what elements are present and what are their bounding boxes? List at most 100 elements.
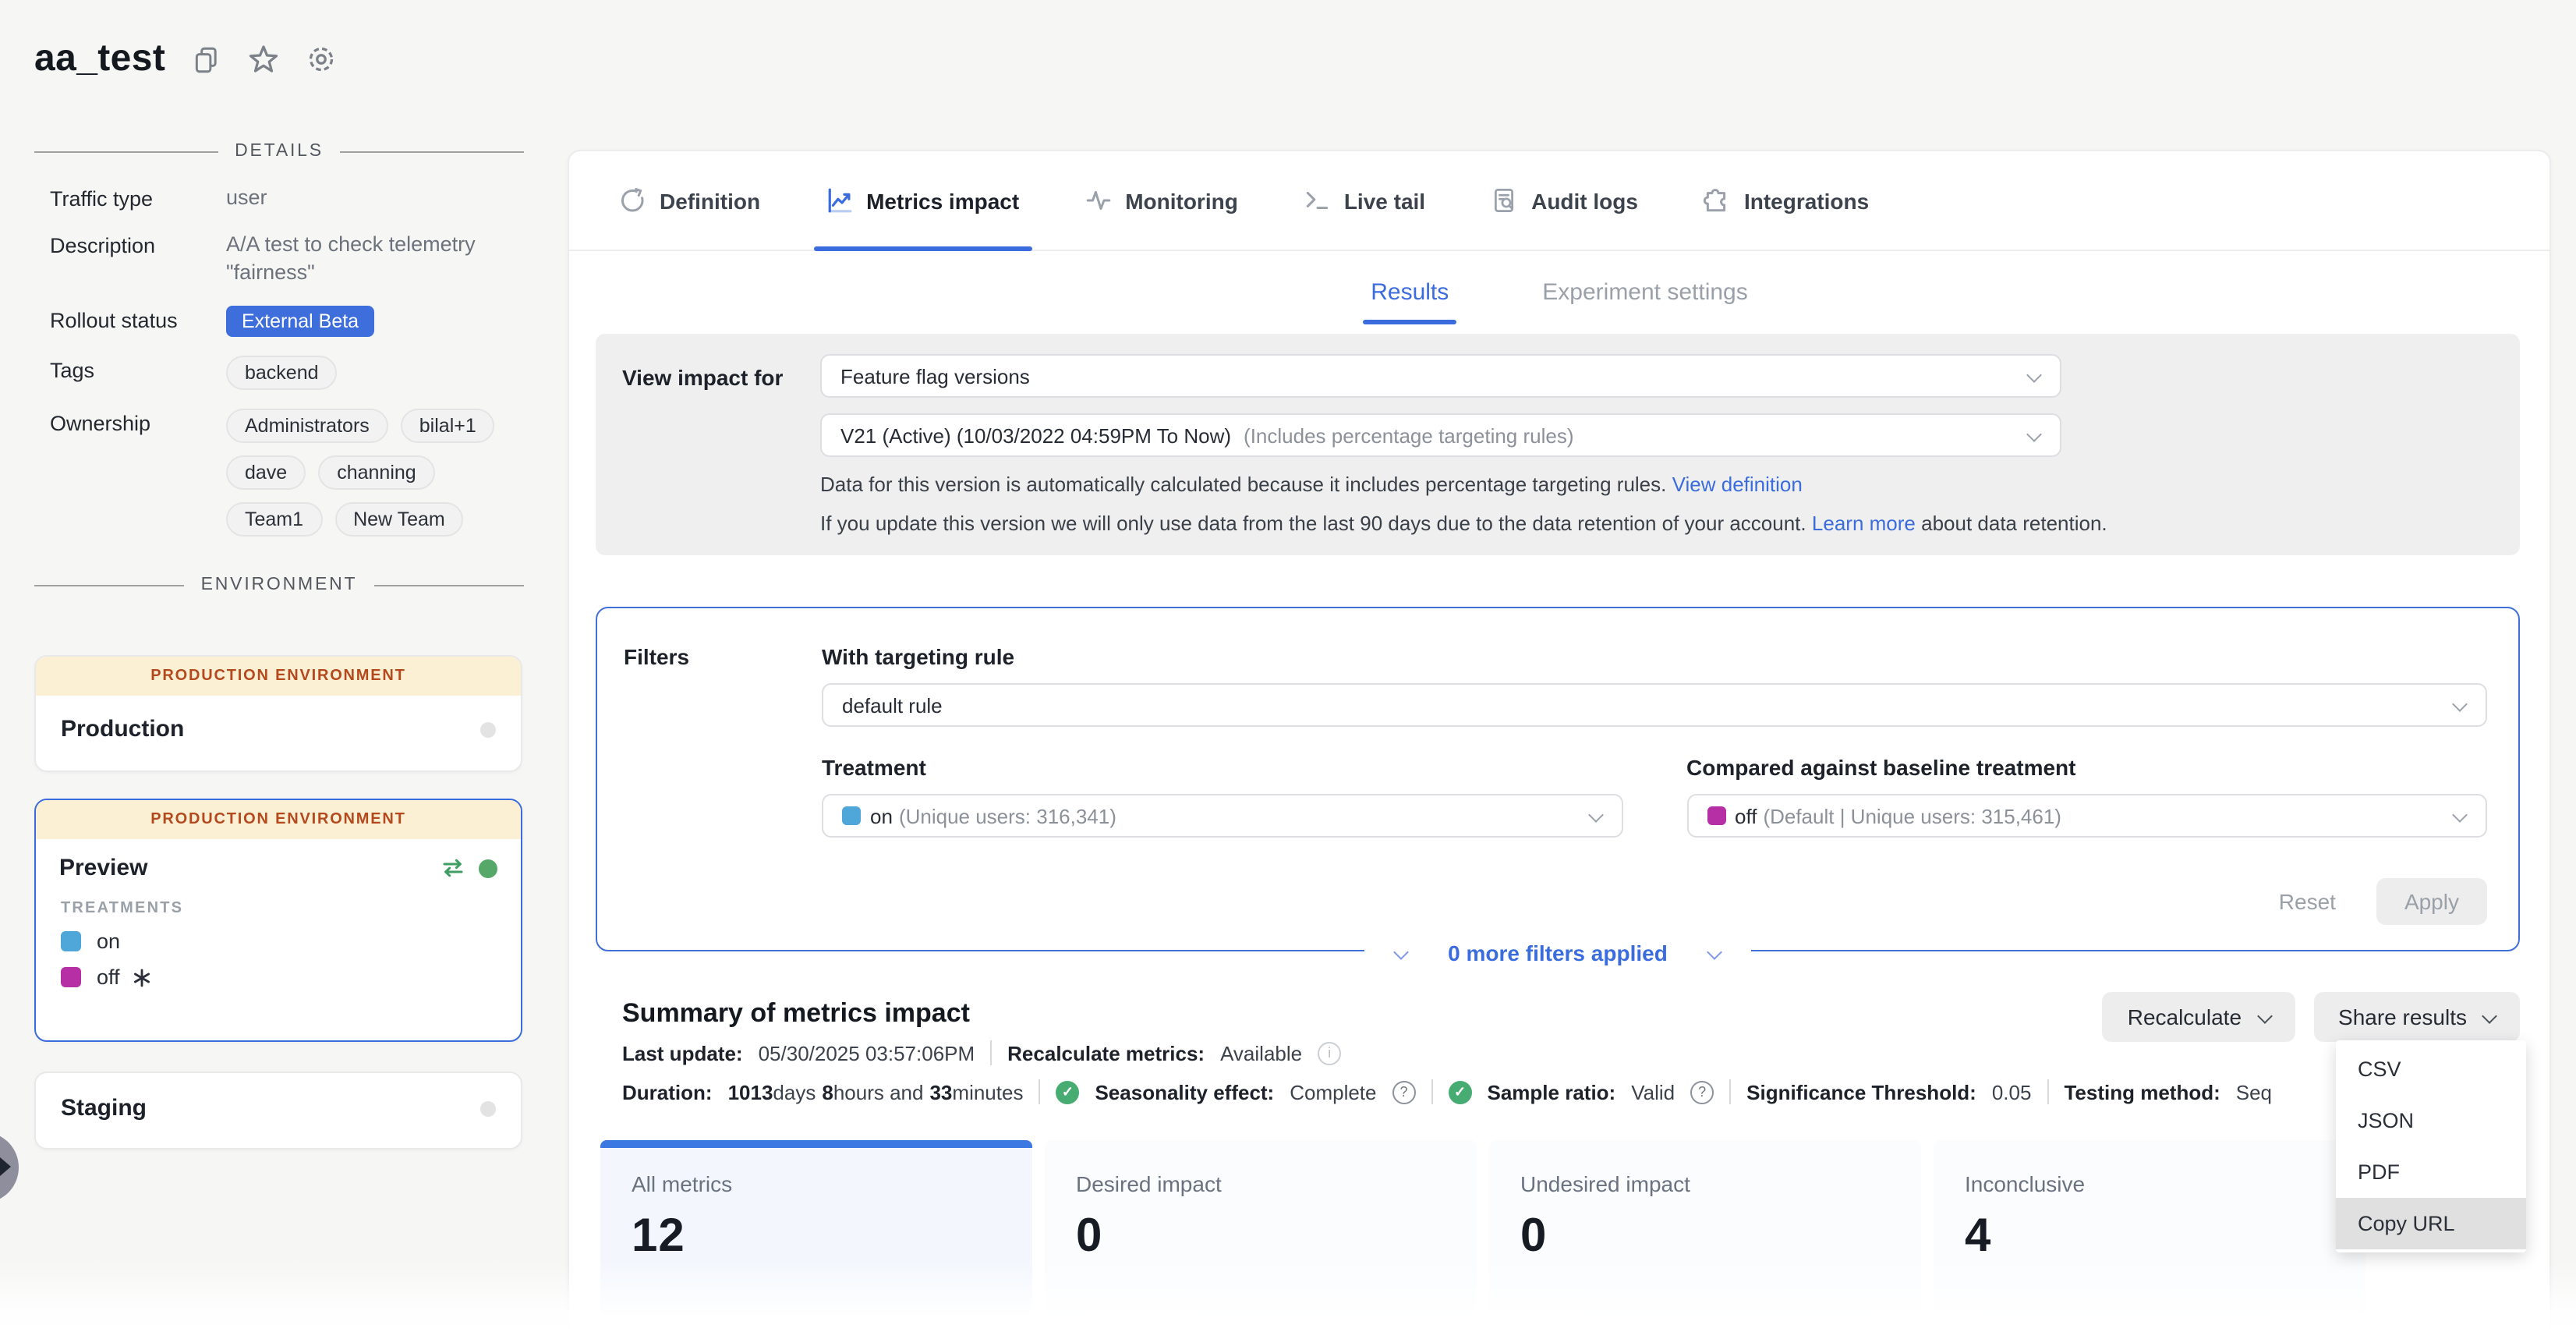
duration-hours-number: 8	[822, 1080, 833, 1104]
menu-item-copy-url[interactable]: Copy URL	[2336, 1198, 2526, 1249]
treatment-on-label: on	[97, 930, 120, 953]
ownership-pill[interactable]: channing	[318, 455, 435, 490]
share-results-menu: CSV JSON PDF Copy URL	[2336, 1040, 2526, 1252]
tab-label: Audit logs	[1531, 188, 1638, 213]
impact-note-2: If you update this version we will only …	[820, 512, 2061, 535]
description-label: Description	[50, 231, 226, 257]
details-section-divider: DETAILS	[34, 142, 524, 161]
recalculate-button[interactable]: Recalculate	[2103, 992, 2295, 1042]
divider	[2047, 1079, 2048, 1104]
last-update-label: Last update:	[622, 1041, 743, 1065]
info-icon[interactable]	[1318, 1041, 1341, 1065]
reset-button[interactable]: Reset	[2279, 889, 2336, 914]
main-tabbar: Definition Metrics impact Monitoring	[569, 151, 2549, 251]
sample-ratio-label: Sample ratio:	[1488, 1080, 1616, 1104]
testing-method-value: Seq	[2236, 1080, 2272, 1104]
help-icon[interactable]	[1392, 1080, 1416, 1104]
impact-version-note: (Includes percentage targeting rules)	[1244, 423, 1573, 447]
treatment-on-swatch	[61, 931, 81, 951]
menu-item-pdf[interactable]: PDF	[2336, 1146, 2526, 1198]
recalculate-metrics-label: Recalculate metrics:	[1007, 1041, 1205, 1065]
apply-button[interactable]: Apply	[2376, 878, 2487, 925]
share-results-label: Share results	[2338, 1004, 2467, 1029]
targeting-rule-label: With targeting rule	[822, 644, 2487, 669]
menu-item-csv[interactable]: CSV	[2336, 1043, 2526, 1095]
metric-card-label: Inconclusive	[1965, 1171, 2334, 1196]
page-title: aa_test	[34, 37, 165, 81]
impact-version-select[interactable]: V21 (Active) (10/03/2022 04:59PM To Now)…	[820, 413, 2061, 457]
ownership-pills: Administrators bilal+1 dave channing Tea…	[226, 409, 533, 537]
ownership-pill[interactable]: Team1	[226, 502, 322, 537]
baseline-select-value: off	[1735, 804, 1757, 827]
help-icon[interactable]	[1690, 1080, 1714, 1104]
copy-icon[interactable]	[192, 44, 221, 74]
subtab-experiment-settings[interactable]: Experiment settings	[1539, 276, 1750, 309]
metric-card-label: All metrics	[632, 1171, 1001, 1196]
ownership-label: Ownership	[50, 409, 226, 435]
metric-card-value: 12	[632, 1210, 1001, 1263]
ownership-pill[interactable]: New Team	[334, 502, 464, 537]
tab-monitoring[interactable]: Monitoring	[1085, 151, 1238, 250]
menu-item-json[interactable]: JSON	[2336, 1095, 2526, 1146]
divider	[1729, 1079, 1731, 1104]
more-filters-toggle[interactable]: 0 more filters applied	[1364, 941, 1752, 965]
metric-card-value: 0	[1520, 1210, 1890, 1263]
tab-integrations[interactable]: Integrations	[1704, 151, 1869, 250]
view-definition-link[interactable]: View definition	[1672, 473, 1803, 496]
recalculate-label: Recalculate	[2128, 1004, 2242, 1029]
chevron-down-icon	[2452, 807, 2468, 823]
metric-card-inconclusive[interactable]: Inconclusive 4	[1934, 1140, 2365, 1315]
tag-pill[interactable]: backend	[226, 356, 338, 390]
chevron-down-icon	[2026, 427, 2042, 442]
status-dot-gray	[480, 1100, 496, 1116]
impact-mode-value: Feature flag versions	[840, 364, 1030, 388]
significance-threshold-value: 0.05	[1992, 1080, 2032, 1104]
treatment-select[interactable]: on (Unique users: 316,341)	[822, 794, 1622, 838]
main-panel: Definition Metrics impact Monitoring	[568, 150, 2551, 1332]
check-icon	[1056, 1080, 1079, 1104]
flag-title-row: aa_test	[34, 37, 337, 81]
testing-method-label: Testing method:	[2064, 1080, 2220, 1104]
metric-card-undesired-impact[interactable]: Undesired impact 0	[1489, 1140, 1921, 1315]
impact-version-value: V21 (Active) (10/03/2022 04:59PM To Now)	[840, 423, 1231, 447]
env-card-preview[interactable]: PRODUCTION ENVIRONMENT Preview TREATMENT…	[34, 799, 522, 1042]
impact-mode-select[interactable]: Feature flag versions	[820, 354, 2061, 398]
metrics-impact-icon	[826, 187, 852, 214]
treatment-row-on: on	[36, 923, 521, 959]
ownership-pill[interactable]: dave	[226, 455, 306, 490]
metric-card-value: 4	[1965, 1210, 2334, 1263]
star-icon[interactable]	[248, 44, 279, 75]
tab-audit-logs[interactable]: Audit logs	[1491, 151, 1638, 250]
gear-icon[interactable]	[306, 44, 337, 75]
description-row: Description A/A test to check telemetry …	[50, 231, 533, 287]
tab-definition[interactable]: Definition	[619, 151, 760, 250]
subtab-results[interactable]: Results	[1368, 276, 1452, 309]
tab-label: Monitoring	[1125, 188, 1238, 213]
baseline-treatment-select[interactable]: off (Default | Unique users: 315,461)	[1686, 794, 2487, 838]
impact-note-2-tail: about data retention.	[1921, 512, 2107, 535]
treatment-select-detail: (Unique users: 316,341)	[899, 804, 1116, 827]
metric-card-label: Undesired impact	[1520, 1171, 1890, 1196]
metric-card-desired-impact[interactable]: Desired impact 0	[1045, 1140, 1477, 1315]
tab-live-tail[interactable]: Live tail	[1304, 151, 1425, 250]
tab-label: Definition	[660, 188, 760, 213]
sample-ratio-value: Valid	[1631, 1080, 1675, 1104]
production-environment-banner: PRODUCTION ENVIRONMENT	[36, 800, 521, 839]
ownership-pill[interactable]: Administrators	[226, 409, 388, 443]
status-dot-green	[479, 859, 497, 877]
recalculate-metrics-value: Available	[1220, 1041, 1302, 1065]
rollout-status-badge[interactable]: External Beta	[226, 306, 374, 337]
tab-metrics-impact[interactable]: Metrics impact	[826, 151, 1019, 250]
targeting-rule-select[interactable]: default rule	[822, 683, 2487, 727]
summary-title: Summary of metrics impact	[622, 998, 970, 1029]
divider-line	[34, 151, 218, 152]
env-card-production[interactable]: PRODUCTION ENVIRONMENT Production	[34, 655, 522, 772]
seasonality-label: Seasonality effect:	[1095, 1080, 1274, 1104]
share-results-button[interactable]: Share results	[2313, 992, 2520, 1042]
more-filters-row: 0 more filters applied	[597, 941, 2518, 965]
metric-card-all-metrics[interactable]: All metrics 12	[600, 1140, 1032, 1315]
env-card-staging[interactable]: Staging	[34, 1072, 522, 1150]
more-filters-label: 0 more filters applied	[1448, 941, 1668, 965]
learn-more-link[interactable]: Learn more	[1812, 512, 1916, 535]
ownership-pill[interactable]: bilal+1	[401, 409, 495, 443]
